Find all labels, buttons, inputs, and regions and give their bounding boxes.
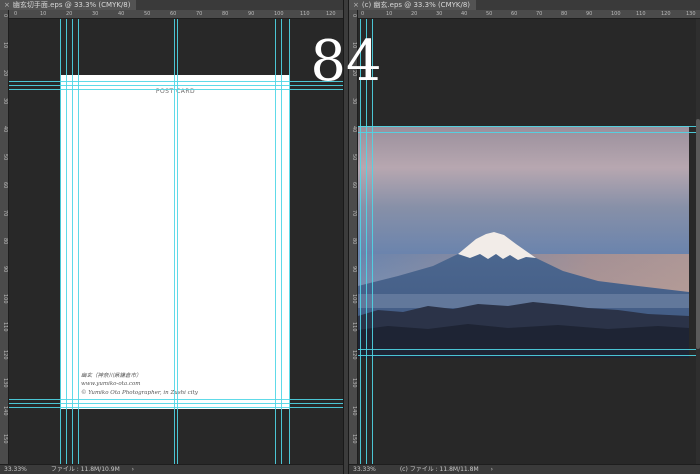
ruler-tick-label: 90	[2, 266, 8, 273]
guide-horizontal[interactable]	[358, 132, 700, 133]
ruler-tick-label: 70	[536, 11, 543, 17]
ruler-tick-label: 50	[486, 11, 493, 17]
guide-horizontal[interactable]	[358, 355, 700, 356]
ruler-tick-label: 60	[2, 182, 8, 189]
ruler-tick-label: 10	[40, 11, 47, 17]
file-info: ファイル : 11.8M/10.9M	[50, 466, 120, 473]
ruler-tick-label: 90	[586, 11, 593, 17]
guide-horizontal[interactable]	[358, 349, 700, 350]
tab-title: (c) 幽玄.eps @ 33.3% (CMYK/8)	[361, 1, 471, 9]
status-bar: 33.33% ファイル : 11.8M/10.9M ›	[0, 464, 343, 474]
ruler-tick-label: 30	[351, 98, 357, 105]
ruler-tick-label: 120	[2, 350, 8, 360]
ruler-top[interactable]: 0 10 20 30 40 50 60 70 80 90 100 110 120	[8, 10, 343, 19]
ruler-tick-label: 20	[66, 11, 73, 17]
ruler-tick-label: 120	[326, 11, 336, 17]
ruler-tick-label: 0	[14, 11, 18, 17]
ruler-tick-label: 20	[411, 11, 418, 17]
ruler-tick-label: 70	[351, 210, 357, 217]
ruler-tick-label: 130	[2, 378, 8, 388]
ruler-tick-label: 10	[386, 11, 393, 17]
ruler-tick-label: 40	[461, 11, 468, 17]
close-icon[interactable]: ×	[4, 1, 10, 9]
postcard-page: POST CARD 幽玄（神奈川県鎌倉市） www.yumiko-ota.com…	[61, 75, 290, 409]
close-icon[interactable]: ×	[353, 1, 359, 9]
ruler-tick-label: 50	[351, 154, 357, 161]
ruler-tick-label: 0	[2, 14, 8, 18]
ruler-tick-label: 0	[351, 14, 357, 18]
ruler-tick-label: 80	[2, 238, 8, 245]
ruler-tick-label: 80	[351, 238, 357, 245]
file-info: (c) ファイル : 11.8M/11.8M	[399, 466, 479, 473]
guide-horizontal[interactable]	[358, 126, 700, 127]
ruler-tick-label: 120	[661, 11, 671, 17]
ruler-tick-label: 0	[361, 11, 365, 17]
zoom-level[interactable]: 33.33%	[353, 466, 376, 473]
ruler-tick-label: 110	[636, 11, 646, 17]
ruler-tick-label: 140	[2, 406, 8, 416]
scrollbar-thumb[interactable]	[696, 119, 700, 349]
mount-fuji-photo	[358, 126, 689, 358]
ruler-tick-label: 60	[511, 11, 518, 17]
ruler-tick-label: 10	[2, 42, 8, 49]
ruler-tick-label: 80	[222, 11, 229, 17]
guide-horizontal[interactable]	[9, 403, 343, 404]
guide-horizontal[interactable]	[9, 85, 343, 86]
tab-title: 幽玄切手面.eps @ 33.3% (CMYK/8)	[12, 1, 131, 9]
guide-horizontal[interactable]	[9, 81, 343, 82]
ruler-tick-label: 70	[196, 11, 203, 17]
zoom-level[interactable]: 33.33%	[4, 466, 27, 473]
ruler-tick-label: 40	[2, 126, 8, 133]
credit-line-location: 幽玄（神奈川県鎌倉市）	[81, 372, 142, 379]
right-document-window: × (c) 幽玄.eps @ 33.3% (CMYK/8) 0 10 20 30 40 50…	[349, 0, 700, 474]
document-canvas[interactable]: POST CARD 幽玄（神奈川県鎌倉市） www.yumiko-ota.com…	[9, 19, 343, 465]
ruler-tick-label: 70	[2, 210, 8, 217]
guide-horizontal[interactable]	[9, 407, 343, 408]
document-canvas[interactable]	[358, 19, 700, 465]
ruler-tick-label: 140	[351, 406, 357, 416]
ruler-tick-label: 80	[561, 11, 568, 17]
ruler-tick-label: 30	[436, 11, 443, 17]
mount-fuji-image	[358, 126, 689, 358]
ruler-tick-label: 100	[274, 11, 284, 17]
guide-horizontal[interactable]	[9, 399, 343, 400]
ruler-tick-label: 30	[2, 98, 8, 105]
page-number-overlay: 84	[310, 29, 382, 94]
credit-line-website: www.yumiko-ota.com	[81, 381, 141, 387]
status-bar: 33.33% (c) ファイル : 11.8M/11.8M ›	[349, 464, 700, 474]
ruler-tick-label: 20	[2, 70, 8, 77]
ruler-tick-label: 40	[118, 11, 125, 17]
ruler-tick-label: 60	[170, 11, 177, 17]
ruler-tick-label: 50	[2, 154, 8, 161]
ruler-tick-label: 110	[351, 322, 357, 332]
ruler-tick-label: 90	[351, 266, 357, 273]
vertical-scrollbar[interactable]	[696, 19, 700, 465]
ruler-tick-label: 100	[611, 11, 621, 17]
ruler-tick-label: 60	[351, 182, 357, 189]
ruler-tick-label: 150	[2, 434, 8, 444]
ruler-tick-label: 50	[144, 11, 151, 17]
ruler-tick-label: 90	[248, 11, 255, 17]
ruler-tick-label: 150	[351, 434, 357, 444]
chevron-right-icon[interactable]: ›	[491, 466, 493, 473]
ruler-tick-label: 100	[351, 294, 357, 304]
ruler-top[interactable]: 0 10 20 30 40 50 60 70 80 90 100 110 120 130	[357, 10, 700, 19]
guide-horizontal[interactable]	[9, 89, 343, 90]
ruler-tick-label: 100	[2, 294, 8, 304]
postcard-credit: 幽玄（神奈川県鎌倉市） www.yumiko-ota.com © Yumiko …	[81, 372, 198, 398]
left-document-window: × 幽玄切手面.eps @ 33.3% (CMYK/8) 0 10 20 30 40 50 6…	[0, 0, 343, 474]
ruler-left[interactable]: 0 10 20 30 40 50 60 70 80 90 100 110 120 130 140 150	[0, 10, 9, 465]
ruler-tick-label: 30	[92, 11, 99, 17]
ruler-tick-label: 130	[686, 11, 696, 17]
ruler-tick-label: 130	[351, 378, 357, 388]
ruler-tick-label: 40	[351, 126, 357, 133]
ruler-tick-label: 110	[300, 11, 310, 17]
ruler-tick-label: 120	[351, 350, 357, 360]
ruler-tick-label: 110	[2, 322, 8, 332]
credit-line-copyright: © Yumiko Ota Photographer, in Zushi city	[81, 389, 198, 396]
chevron-right-icon[interactable]: ›	[132, 466, 134, 473]
